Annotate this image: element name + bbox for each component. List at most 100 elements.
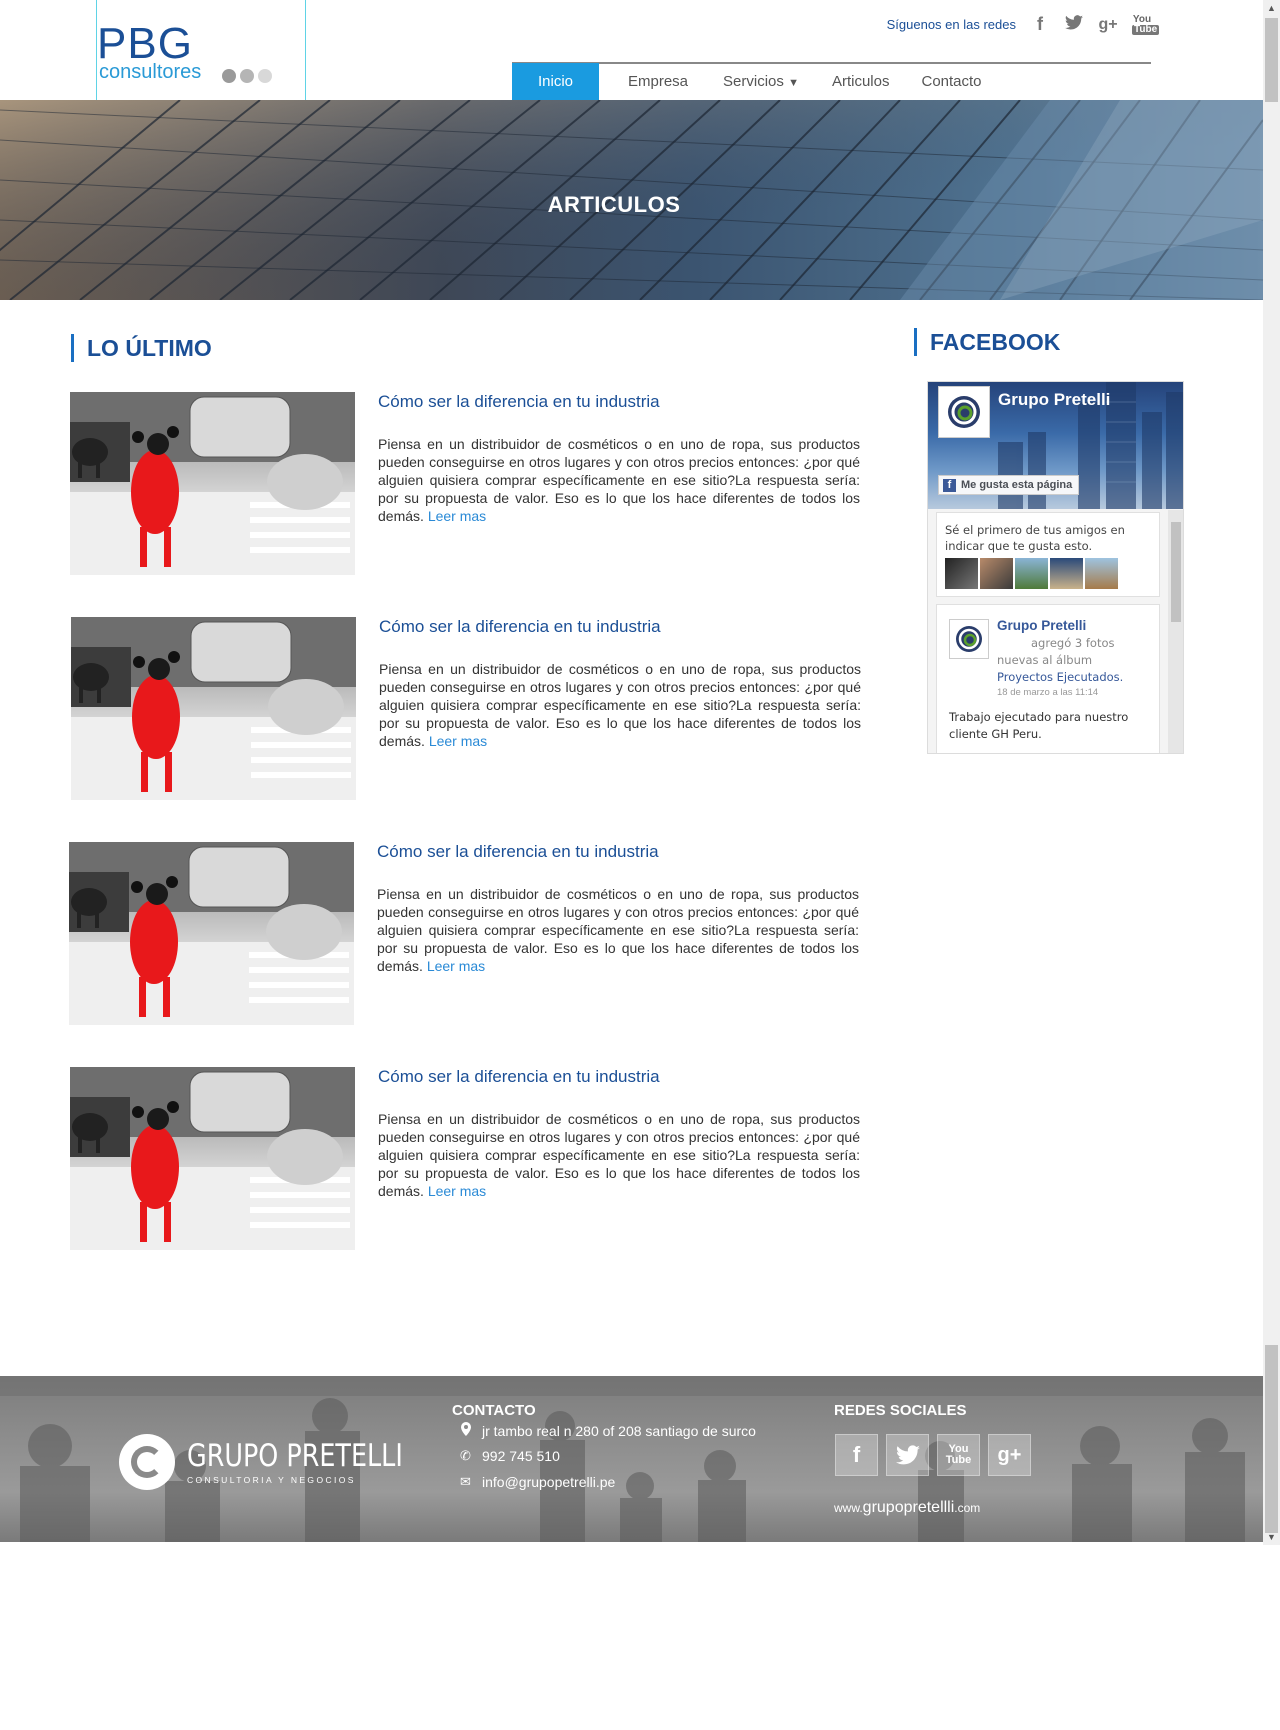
footer-website-url[interactable]: www.grupopretellli.com <box>834 1499 980 1517</box>
facebook-page-name[interactable]: Grupo Pretelli <box>998 390 1110 410</box>
article-title[interactable]: Cómo ser la diferencia en tu industria <box>379 617 661 637</box>
facebook-icon[interactable]: f <box>1030 14 1050 35</box>
pretelli-logo-icon <box>119 1434 175 1490</box>
logo-dots <box>222 69 272 83</box>
footer-email-text[interactable]: info@grupopetrelli.pe <box>482 1474 615 1490</box>
footer-phone-text[interactable]: 992 745 510 <box>482 1448 560 1464</box>
article-title[interactable]: Cómo ser la diferencia en tu industria <box>378 392 660 412</box>
facebook-post-avatar[interactable] <box>949 619 989 659</box>
google-plus-icon[interactable]: g+ <box>1098 16 1118 34</box>
friend-avatar[interactable] <box>1085 558 1118 589</box>
facebook-post: Grupo Pretelli agregó 3 fotos nuevas al … <box>936 604 1160 753</box>
logo-main-text: PBG <box>97 19 193 68</box>
twitter-icon[interactable] <box>1064 14 1084 35</box>
nav-item-empresa[interactable]: Empresa <box>599 63 706 100</box>
nav-item-articulos[interactable]: Articulos <box>799 63 908 100</box>
friend-avatar[interactable] <box>980 558 1013 589</box>
hero-title: ARTICULOS <box>547 192 681 217</box>
facebook-widget-scrollbar-thumb[interactable] <box>1171 522 1181 622</box>
page: PBG consultores Síguenos en las redes f … <box>0 0 1280 1730</box>
article-image[interactable] <box>69 842 354 1025</box>
hero-banner: ARTICULOS <box>0 100 1263 300</box>
facebook-page-avatar[interactable] <box>938 386 990 438</box>
chevron-down-icon: ▼ <box>788 77 799 89</box>
facebook-like-label: Me gusta esta página <box>961 479 1073 491</box>
scroll-down-arrow-icon[interactable]: ▼ <box>1267 1532 1276 1542</box>
main-nav: Inicio Empresa Servicios ▼ Articulos Con… <box>512 63 1000 100</box>
logo-sub-text: consultores <box>99 61 202 83</box>
facebook-friends-card: Sé el primero de tus amigos en indicar q… <box>936 512 1160 597</box>
footer-brand-tagline: CONSULTORIA Y NEGOCIOS <box>187 1474 356 1485</box>
article-excerpt: Piensa en un distribuidor de cosméticos … <box>378 1110 860 1200</box>
facebook-widget: Grupo Pretelli f Me gusta esta página Sé… <box>927 381 1184 754</box>
logo-dot <box>240 69 254 83</box>
article-item: Cómo ser la diferencia en tu industria P… <box>69 842 859 1026</box>
mail-icon: ✉ <box>460 1474 471 1489</box>
footer-logo[interactable]: GRUPO PRETELLI CONSULTORIA Y NEGOCIOS <box>119 1434 450 1490</box>
article-title[interactable]: Cómo ser la diferencia en tu industria <box>377 842 659 862</box>
article-title[interactable]: Cómo ser la diferencia en tu industria <box>378 1067 660 1087</box>
facebook-widget-scrollbar[interactable] <box>1168 510 1183 753</box>
footer-url-main: grupopretellli <box>862 1499 955 1516</box>
friend-avatar[interactable] <box>1050 558 1083 589</box>
footer-email: ✉ info@grupopetrelli.pe <box>460 1474 615 1490</box>
footer-phone: ✆ 992 745 510 <box>460 1448 560 1464</box>
location-pin-icon <box>460 1422 482 1439</box>
article-item: Cómo ser la diferencia en tu industria P… <box>70 1067 860 1251</box>
article-item: Cómo ser la diferencia en tu industria P… <box>71 617 861 801</box>
facebook-like-button[interactable]: f Me gusta esta página <box>938 475 1080 495</box>
nav-item-inicio[interactable]: Inicio <box>512 63 599 100</box>
facebook-post-author[interactable]: Grupo Pretelli <box>997 618 1086 633</box>
youtube-icon[interactable]: You Tube <box>1132 14 1160 35</box>
facebook-post-album-link[interactable]: Proyectos Ejecutados. <box>997 670 1123 684</box>
article-excerpt: Piensa en un distribuidor de cosméticos … <box>379 660 861 750</box>
read-more-link[interactable]: Leer mas <box>429 733 487 749</box>
scrollbar-track-segment <box>1265 1345 1278 1533</box>
footer-brand-name: GRUPO PRETELLI <box>187 1437 403 1474</box>
facebook-post-meta: agregó 3 fotos nuevas al álbum Proyectos… <box>997 635 1147 686</box>
friend-avatar[interactable] <box>945 558 978 589</box>
nav-item-servicios[interactable]: Servicios ▼ <box>706 63 799 100</box>
scroll-up-arrow-icon[interactable]: ▲ <box>1267 3 1276 13</box>
footer-url-suffix: .com <box>954 1501 981 1515</box>
twitter-icon[interactable] <box>886 1434 929 1476</box>
latest-section-title: LO ÚLTIMO <box>71 334 212 362</box>
facebook-icon[interactable]: f <box>835 1434 878 1476</box>
logo[interactable]: PBG consultores <box>96 0 306 100</box>
article-image[interactable] <box>70 1067 355 1250</box>
google-plus-icon[interactable]: g+ <box>988 1434 1031 1476</box>
youtube-icon[interactable]: You Tube <box>937 1434 980 1476</box>
article-image[interactable] <box>71 617 356 800</box>
read-more-link[interactable]: Leer mas <box>428 508 486 524</box>
facebook-friends-text: Sé el primero de tus amigos en indicar q… <box>945 523 1125 553</box>
footer-address-text: jr tambo real n 280 of 208 santiago de s… <box>482 1422 756 1439</box>
facebook-friends-avatars <box>945 558 1118 589</box>
footer-social-icons: f You Tube g+ <box>835 1434 1031 1476</box>
footer-address: jr tambo real n 280 of 208 santiago de s… <box>460 1422 756 1439</box>
scrollbar-thumb[interactable] <box>1265 18 1278 102</box>
footer-url-prefix: www. <box>834 1501 863 1515</box>
page-scrollbar[interactable]: ▲ ▼ <box>1263 0 1280 1545</box>
footer-contact-title: CONTACTO <box>452 1402 536 1419</box>
nav-item-contacto[interactable]: Contacto <box>907 63 999 100</box>
facebook-cover-image: Grupo Pretelli f Me gusta esta página <box>928 382 1183 509</box>
friend-avatar[interactable] <box>1015 558 1048 589</box>
nav-item-servicios-label: Servicios <box>723 73 784 90</box>
article-excerpt: Piensa en un distribuidor de cosméticos … <box>378 435 860 525</box>
article-excerpt: Piensa en un distribuidor de cosméticos … <box>377 885 859 975</box>
read-more-link[interactable]: Leer mas <box>427 958 485 974</box>
header-social: Síguenos en las redes f g+ You Tube <box>886 14 1160 35</box>
social-label: Síguenos en las redes <box>886 17 1016 32</box>
facebook-post-text: Trabajo ejecutado para nuestro cliente G… <box>949 710 1129 741</box>
read-more-link[interactable]: Leer mas <box>428 1183 486 1199</box>
phone-icon: ✆ <box>460 1448 471 1463</box>
logo-dot <box>258 69 272 83</box>
article-image[interactable] <box>70 392 355 575</box>
logo-dot <box>222 69 236 83</box>
facebook-post-action: agregó 3 fotos nuevas al álbum <box>997 636 1115 667</box>
footer-social-title: REDES SOCIALES <box>834 1402 967 1419</box>
facebook-section-title: FACEBOOK <box>914 328 1060 356</box>
facebook-icon: f <box>943 479 956 492</box>
footer: GRUPO PRETELLI CONSULTORIA Y NEGOCIOS CO… <box>0 1376 1263 1542</box>
facebook-post-date[interactable]: 18 de marzo a las 11:14 <box>997 687 1098 698</box>
